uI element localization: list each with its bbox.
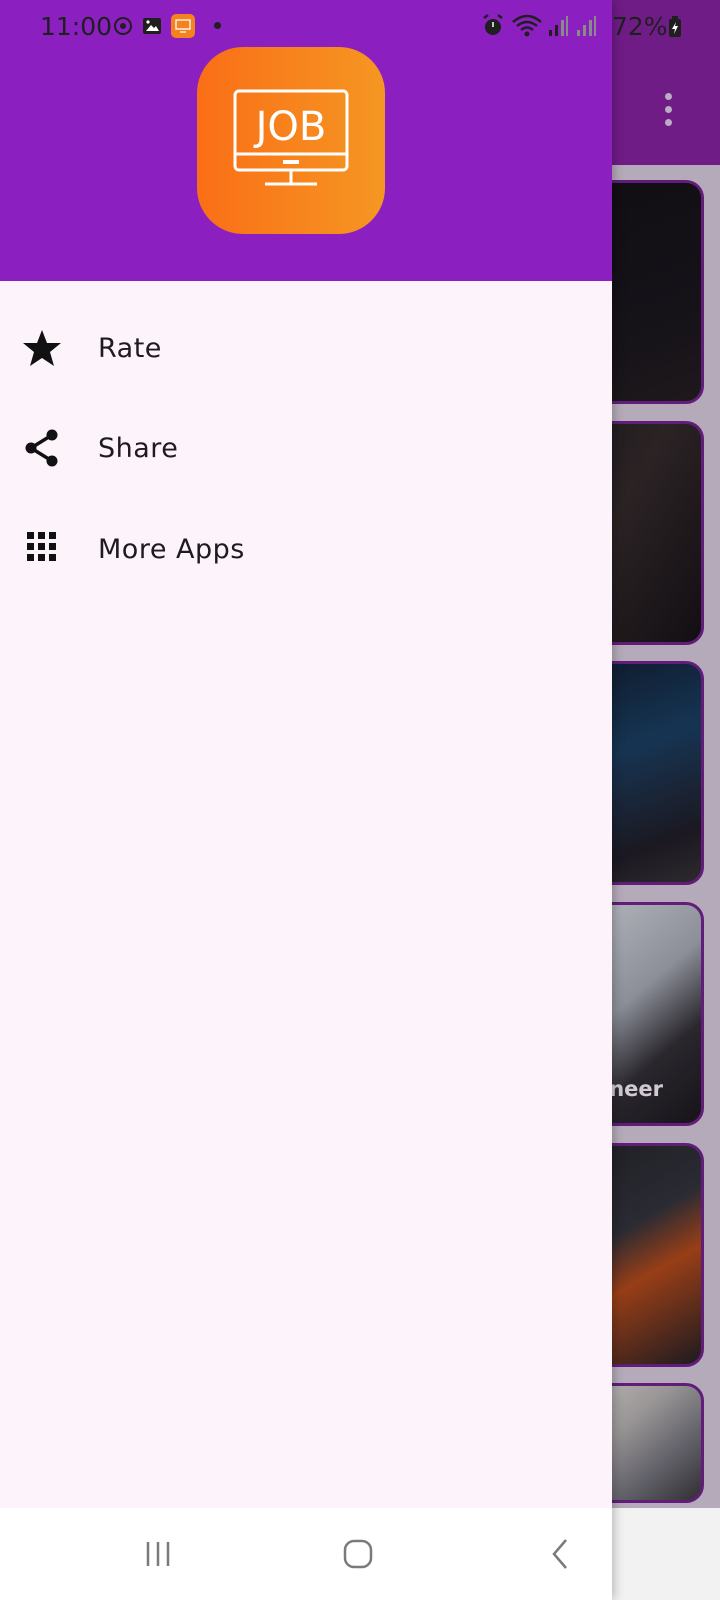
alarm-icon [483, 14, 503, 35]
recents-icon [146, 1542, 170, 1566]
menu-item-label: More Apps [98, 533, 245, 565]
sync-notification-icon [114, 17, 132, 35]
wifi-icon [512, 14, 542, 37]
home-icon [343, 1539, 373, 1569]
signal-icon [549, 16, 568, 36]
star-icon [23, 330, 61, 366]
share-icon [25, 429, 58, 467]
navigation-drawer: JOB Rate Share More Apps [0, 0, 612, 1600]
back-icon [552, 1539, 567, 1569]
app-logo: JOB [197, 47, 385, 234]
signal-icon-2 [577, 16, 596, 36]
monitor-job-icon: JOB [233, 89, 349, 186]
menu-item-label: Share [98, 432, 179, 464]
status-bar: 11:00 72% [0, 0, 720, 54]
back-button[interactable] [530, 1526, 590, 1582]
menu-item-rate[interactable]: Rate [0, 303, 612, 393]
menu-item-share[interactable]: Share [0, 403, 612, 493]
status-time: 11:00 [40, 12, 113, 41]
job-app-notification-icon [171, 14, 195, 38]
menu-item-more-apps[interactable]: More Apps [0, 504, 612, 594]
apps-grid-icon [27, 532, 56, 561]
home-button[interactable] [328, 1526, 388, 1582]
battery-icon [669, 16, 681, 37]
battery-percentage: 72% [612, 12, 668, 41]
recents-button[interactable] [128, 1526, 188, 1582]
more-notifications-icon [214, 22, 221, 29]
system-navigation-bar [0, 1508, 612, 1600]
menu-item-label: Rate [98, 332, 162, 364]
svg-text:JOB: JOB [253, 104, 327, 150]
gallery-notification-icon [143, 18, 161, 34]
